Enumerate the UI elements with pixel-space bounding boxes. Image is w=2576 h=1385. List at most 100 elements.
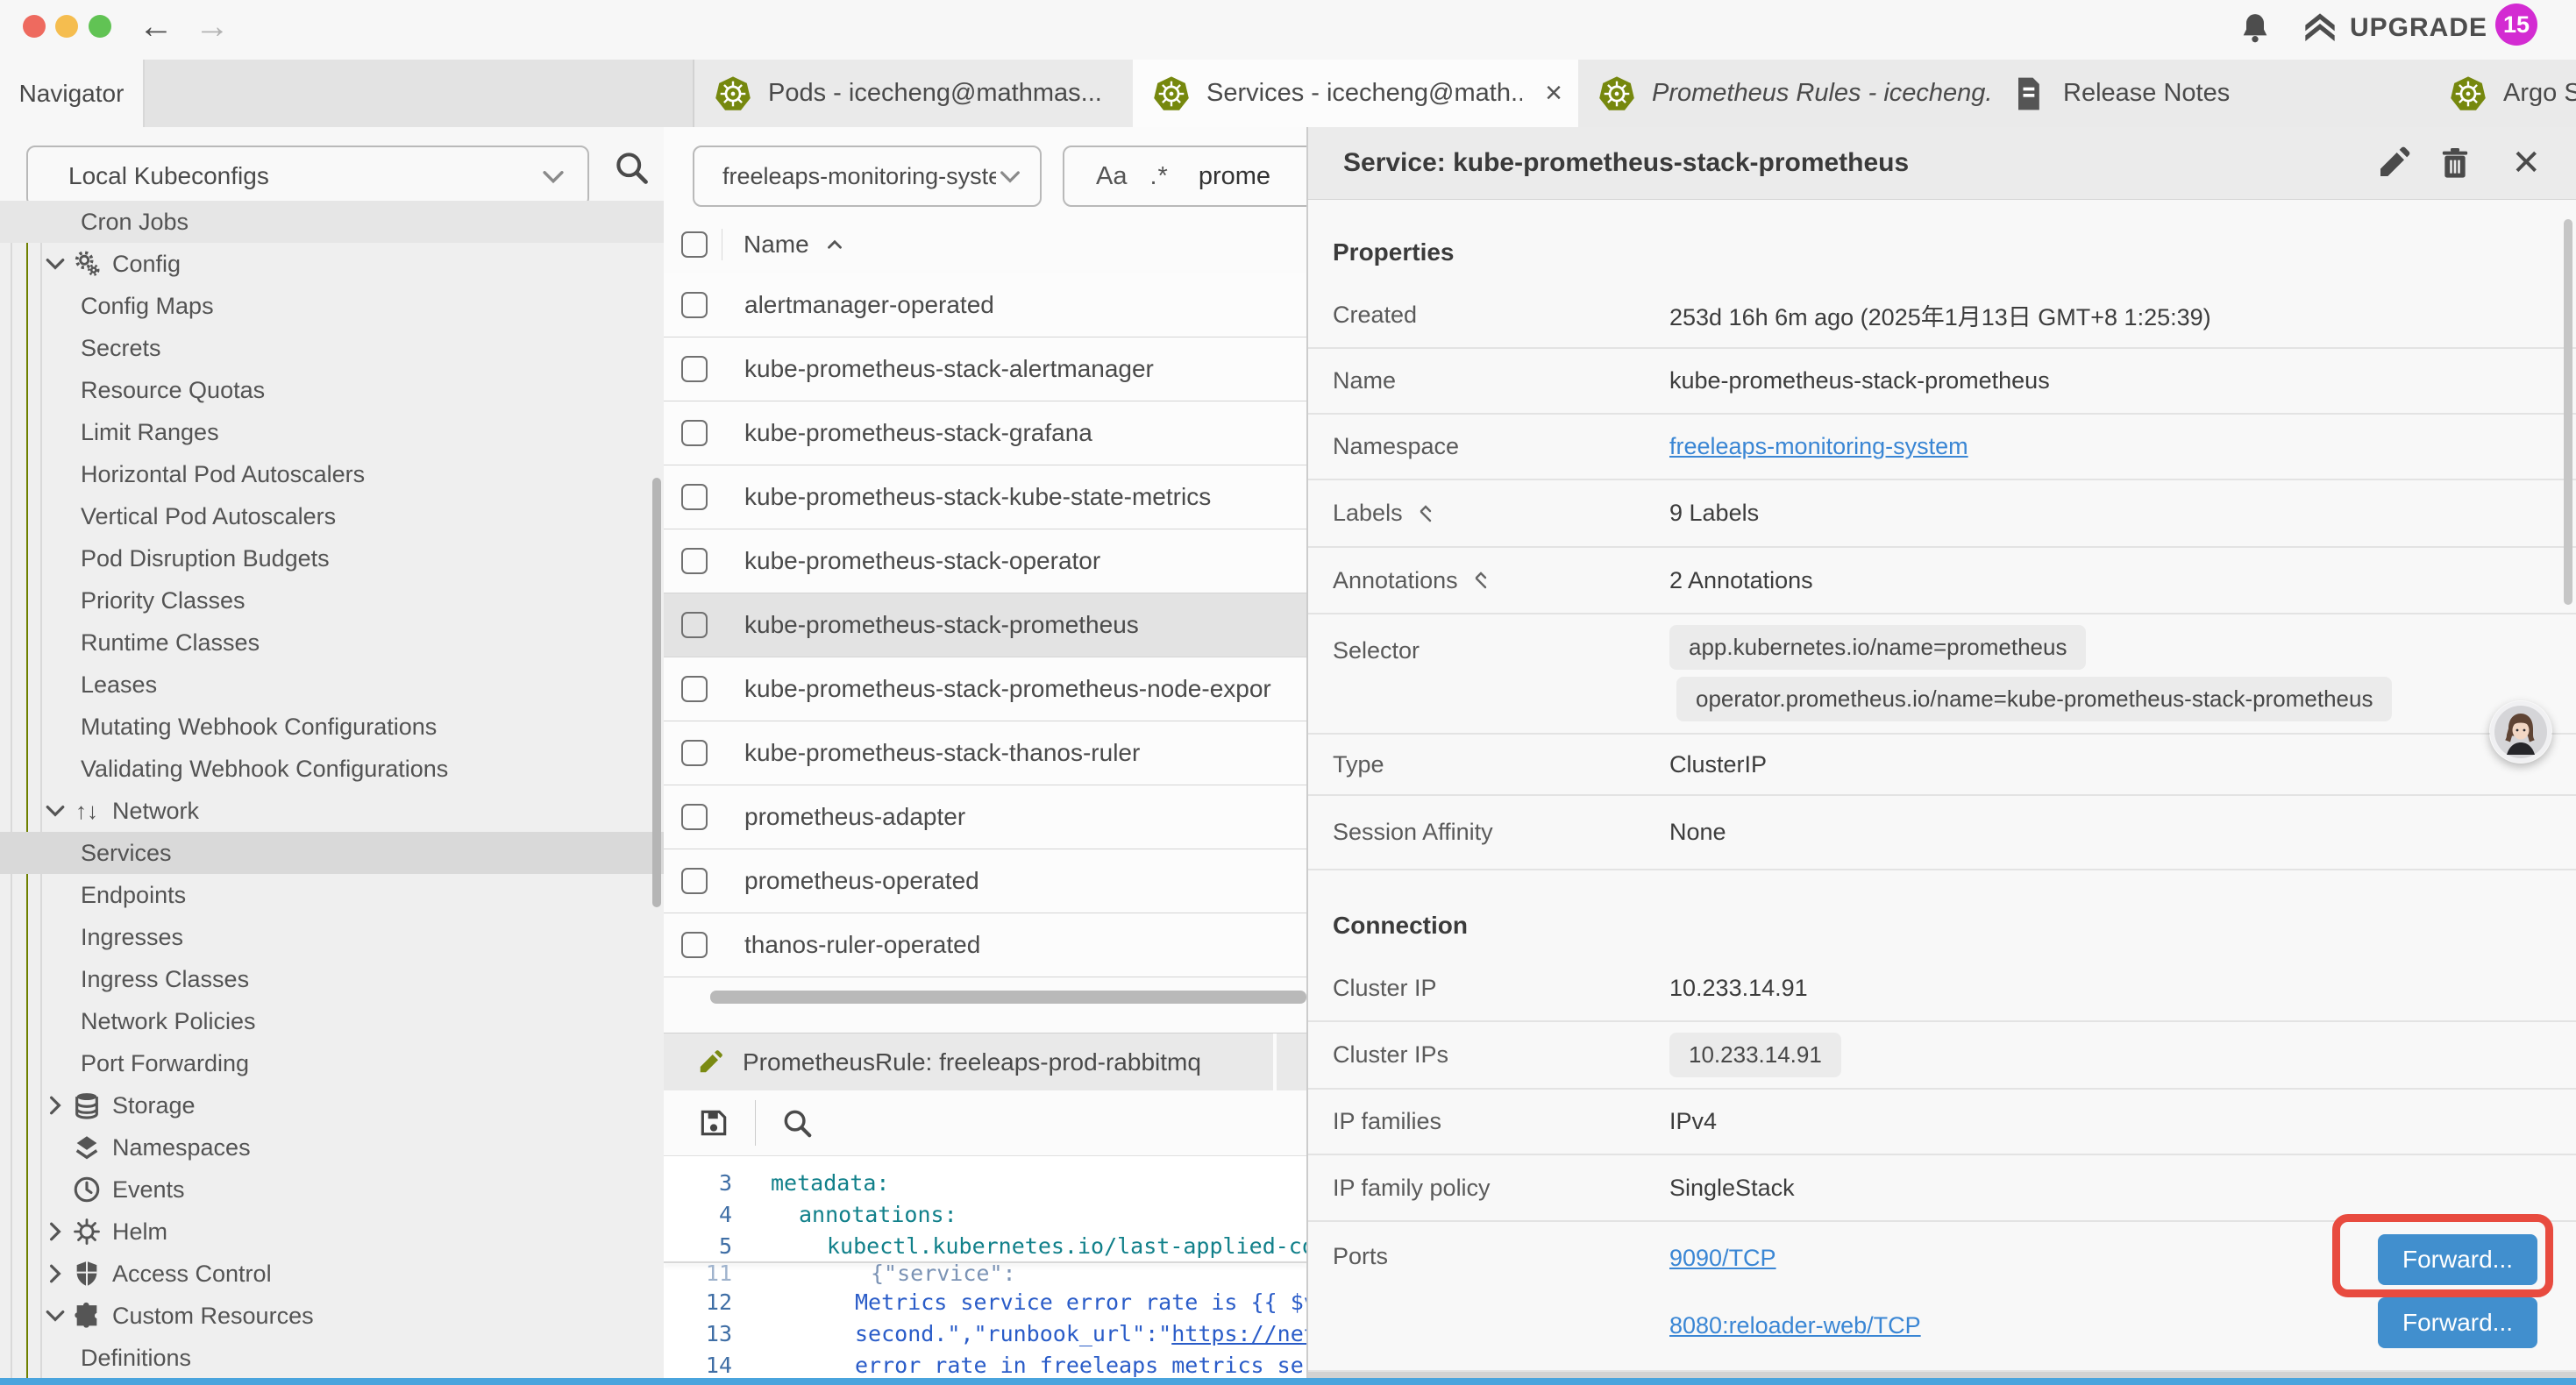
trash-icon[interactable]	[2437, 146, 2473, 181]
close-tab-icon[interactable]: ×	[1545, 76, 1562, 110]
row-checkbox[interactable]	[681, 932, 708, 958]
chevron-right-icon[interactable]	[42, 1261, 68, 1287]
match-case-toggle[interactable]: Aa	[1096, 162, 1127, 191]
sidebar-item-runtime-classes[interactable]: Runtime Classes	[0, 621, 664, 664]
row-checkbox[interactable]	[681, 804, 708, 830]
sidebar-item-resource-quotas[interactable]: Resource Quotas	[0, 369, 664, 411]
table-row[interactable]: kube-prometheus-stack-thanos-ruler	[664, 721, 1306, 785]
table-row[interactable]: prometheus-operated	[664, 849, 1306, 913]
back-button[interactable]: ←	[139, 7, 174, 46]
table-row[interactable]: prometheus-adapter	[664, 785, 1306, 849]
save-icon[interactable]	[697, 1106, 730, 1140]
row-checkbox[interactable]	[681, 292, 708, 318]
row-checkbox[interactable]	[681, 612, 708, 638]
row-checkbox[interactable]	[681, 740, 708, 766]
regex-toggle[interactable]: .*	[1149, 162, 1168, 191]
avatar[interactable]	[2489, 700, 2552, 764]
select-all-checkbox[interactable]	[681, 231, 708, 258]
chevron-down-icon[interactable]	[42, 1303, 68, 1329]
port-link[interactable]: 9090/TCP	[1669, 1245, 1776, 1272]
sidebar-item-config[interactable]: Config	[0, 243, 664, 285]
detail-row-selector[interactable]: Selectorapp.kubernetes.io/name=prometheu…	[1308, 614, 2576, 735]
sidebar-item-definitions[interactable]: Definitions	[0, 1337, 664, 1379]
chevron-down-icon[interactable]	[42, 251, 68, 277]
code-link[interactable]: https://net	[1171, 1321, 1306, 1346]
sidebar-item-port-forwarding[interactable]: Port Forwarding	[0, 1042, 664, 1084]
sidebar-item-endpoints[interactable]: Endpoints	[0, 874, 664, 916]
sidebar-item-mutating-webhook-configurations[interactable]: Mutating Webhook Configurations	[0, 706, 664, 748]
sidebar-item-network-policies[interactable]: Network Policies	[0, 1000, 664, 1042]
search-icon[interactable]	[612, 148, 651, 187]
forward-button[interactable]: Forward...	[2378, 1297, 2537, 1348]
table-row[interactable]: thanos-ruler-operated	[664, 913, 1306, 977]
close-icon[interactable]: ✕	[2511, 146, 2541, 181]
sidebar-item-validating-webhook-configurations[interactable]: Validating Webhook Configurations	[0, 748, 664, 790]
row-checkbox[interactable]	[681, 420, 708, 446]
sidebar-item-helm[interactable]: Helm	[0, 1211, 664, 1253]
detail-row-name[interactable]: Namekube-prometheus-stack-prometheus	[1308, 349, 2576, 415]
row-checkbox[interactable]	[681, 548, 708, 574]
row-checkbox[interactable]	[681, 484, 708, 510]
notifications-bell-icon[interactable]	[2238, 11, 2273, 46]
detail-row-ip-family-policy[interactable]: IP family policySingleStack	[1308, 1155, 2576, 1222]
sidebar-item-access-control[interactable]: Access Control	[0, 1253, 664, 1295]
sidebar-item-cron-jobs[interactable]: Cron Jobs	[0, 201, 664, 243]
edit-pencil-icon[interactable]	[2376, 146, 2411, 181]
detail-scrollbar[interactable]	[2564, 219, 2572, 605]
sidebar-item-events[interactable]: Events	[0, 1168, 664, 1211]
detail-row-created[interactable]: Created253d 16h 6m ago (2025年1月13日 GMT+8…	[1308, 282, 2576, 349]
editor-tab-prometheusrule[interactable]: PrometheusRule: freeleaps-prod-rabbitmq	[664, 1033, 1277, 1091]
detail-row-labels[interactable]: Labels9 Labels	[1308, 480, 2576, 548]
notification-count-badge[interactable]: 15	[2495, 4, 2537, 46]
tab-pods-icecheng-mathmas[interactable]: Pods - icecheng@mathmas...	[693, 60, 1136, 127]
port-link[interactable]: 8080:reloader-web/TCP	[1669, 1312, 1921, 1339]
maximize-window-button[interactable]	[89, 15, 111, 38]
sidebar-item-leases[interactable]: Leases	[0, 664, 664, 706]
list-search-input[interactable]: Aa .* prome	[1063, 146, 1334, 207]
sidebar-item-services[interactable]: Services	[0, 832, 664, 874]
table-row[interactable]: alertmanager-operated	[664, 273, 1306, 337]
detail-row-cluster-ip[interactable]: Cluster IP10.233.14.91	[1308, 955, 2576, 1022]
table-row[interactable]: kube-prometheus-stack-grafana	[664, 401, 1306, 465]
sidebar-item-horizontal-pod-autoscalers[interactable]: Horizontal Pod Autoscalers	[0, 453, 664, 495]
detail-row-cluster-ips[interactable]: Cluster IPs10.233.14.91	[1308, 1022, 2576, 1090]
sidebar-scrollbar[interactable]	[652, 478, 661, 907]
minimize-window-button[interactable]	[55, 15, 78, 38]
sidebar-item-ingresses[interactable]: Ingresses	[0, 916, 664, 958]
sidebar-item-namespaces[interactable]: Namespaces	[0, 1126, 664, 1168]
table-row[interactable]: kube-prometheus-stack-operator	[664, 529, 1306, 593]
sidebar-item-vertical-pod-autoscalers[interactable]: Vertical Pod Autoscalers	[0, 495, 664, 537]
tab-navigator[interactable]: Navigator	[0, 60, 145, 127]
namespace-filter-dropdown[interactable]: freeleaps-monitoring-system	[693, 146, 1042, 207]
sidebar-item-network[interactable]: ↑↓Network	[0, 790, 664, 832]
namespace-link[interactable]: freeleaps-monitoring-system	[1669, 433, 1968, 460]
sidebar-item-ingress-classes[interactable]: Ingress Classes	[0, 958, 664, 1000]
detail-row-session-affinity[interactable]: Session AffinityNone	[1308, 796, 2576, 870]
tab-release-notes[interactable]: Release Notes	[1989, 60, 2431, 127]
table-row[interactable]: kube-prometheus-stack-kube-state-metrics	[664, 465, 1306, 529]
editor-tab-next[interactable]	[1277, 1033, 1306, 1091]
detail-row-namespace[interactable]: Namespacefreeleaps-monitoring-system	[1308, 415, 2576, 480]
column-header-name[interactable]: Name	[744, 231, 809, 259]
close-window-button[interactable]	[23, 15, 46, 38]
tab-services-icecheng-math[interactable]: Services - icecheng@math...×	[1133, 60, 1580, 127]
row-checkbox[interactable]	[681, 676, 708, 702]
table-row[interactable]: kube-prometheus-stack-prometheus-node-ex…	[664, 657, 1306, 721]
search-icon[interactable]	[780, 1106, 814, 1140]
sort-ascending-icon[interactable]	[823, 233, 846, 256]
row-checkbox[interactable]	[681, 868, 708, 894]
table-row[interactable]: kube-prometheus-stack-prometheus	[664, 593, 1306, 657]
table-row[interactable]: kube-prometheus-stack-alertmanager	[664, 337, 1306, 401]
sidebar-item-config-maps[interactable]: Config Maps	[0, 285, 664, 327]
detail-row-annotations[interactable]: Annotations2 Annotations	[1308, 548, 2576, 614]
sidebar-item-secrets[interactable]: Secrets	[0, 327, 664, 369]
kubeconfig-dropdown[interactable]: Local Kubeconfigs	[26, 146, 589, 207]
tab-prometheus-rules-icecheng[interactable]: Prometheus Rules - icecheng...	[1578, 60, 1991, 127]
forward-button[interactable]: →	[195, 7, 230, 46]
chevron-down-icon[interactable]	[42, 798, 68, 824]
chevron-right-icon[interactable]	[42, 1218, 68, 1245]
sidebar-item-custom-resources[interactable]: Custom Resources	[0, 1295, 664, 1337]
horizontal-scrollbar[interactable]	[710, 991, 1306, 1004]
sidebar-item-storage[interactable]: Storage	[0, 1084, 664, 1126]
sidebar-item-pod-disruption-budgets[interactable]: Pod Disruption Budgets	[0, 537, 664, 579]
